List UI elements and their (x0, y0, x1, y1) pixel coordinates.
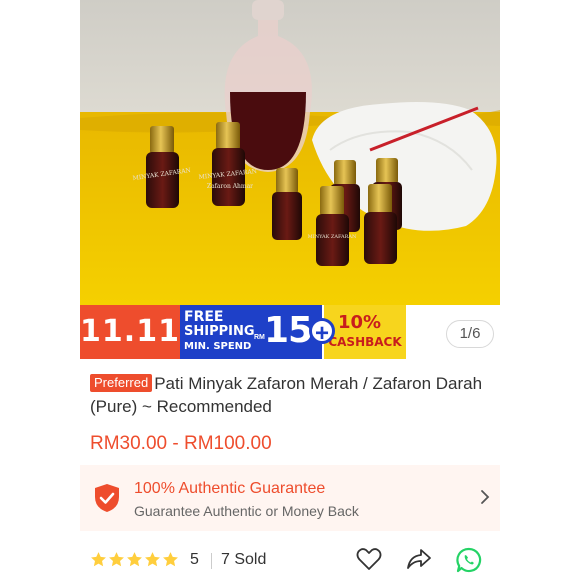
min-spend-label: MIN. SPEND (184, 341, 252, 352)
min-spend-amount: 15 (264, 310, 313, 351)
product-photo-graphic: MINYAK ZAFARAN MINYAK ZAFARAN Zafaron Ah… (80, 0, 500, 305)
share-icon[interactable] (406, 547, 432, 571)
product-page: MINYAK ZAFARAN MINYAK ZAFARAN Zafaron Ah… (80, 0, 500, 580)
star-icon (127, 552, 142, 567)
whatsapp-icon[interactable] (456, 547, 482, 573)
shipping-label: SHIPPING (184, 324, 255, 339)
bottle-sublabel: Zafaron Ahmar (207, 183, 253, 190)
cashback-label: CASHBACK (328, 335, 402, 349)
rating-value: 5 (190, 551, 199, 568)
sold-count: 7 Sold (221, 551, 267, 568)
free-shipping-block: FREE SHIPPING MIN. SPEND RM 15 (180, 305, 322, 359)
authentic-guarantee[interactable]: 100% Authentic Guarantee Guarantee Authe… (80, 465, 500, 531)
image-counter: 1/6 (446, 320, 494, 348)
guarantee-subtitle: Guarantee Authentic or Money Back (134, 503, 359, 519)
product-stats-bar: 5 7 Sold (80, 531, 500, 580)
plus-icon: + (309, 318, 335, 346)
preferred-badge: Preferred (90, 374, 153, 392)
rating-stars (90, 551, 180, 573)
product-price: RM30.00 - RM100.00 (90, 433, 272, 454)
free-label: FREE (184, 309, 224, 325)
product-title: Preferred Pati Minyak Zafaron Merah / Zaf… (90, 372, 490, 418)
promo-banner[interactable]: 11.11 FREE SHIPPING MIN. SPEND RM 15 10%… (80, 305, 500, 359)
shield-check-icon (95, 484, 119, 512)
star-icon (163, 552, 178, 567)
bottle-label: MINYAK ZAFARAN (308, 234, 357, 240)
guarantee-title: 100% Authentic Guarantee (134, 480, 326, 497)
heart-icon[interactable] (356, 547, 382, 571)
promo-date-label: 11.11 (80, 305, 180, 359)
chevron-right-icon[interactable] (480, 489, 490, 505)
cashback-percent: 10% (338, 312, 382, 333)
divider (211, 553, 212, 569)
star-icon (91, 552, 106, 567)
star-icon (109, 552, 124, 567)
star-icon (145, 552, 160, 567)
cashback-block: 10% CASHBACK (324, 305, 406, 359)
product-image[interactable]: MINYAK ZAFARAN MINYAK ZAFARAN Zafaron Ah… (80, 0, 500, 305)
